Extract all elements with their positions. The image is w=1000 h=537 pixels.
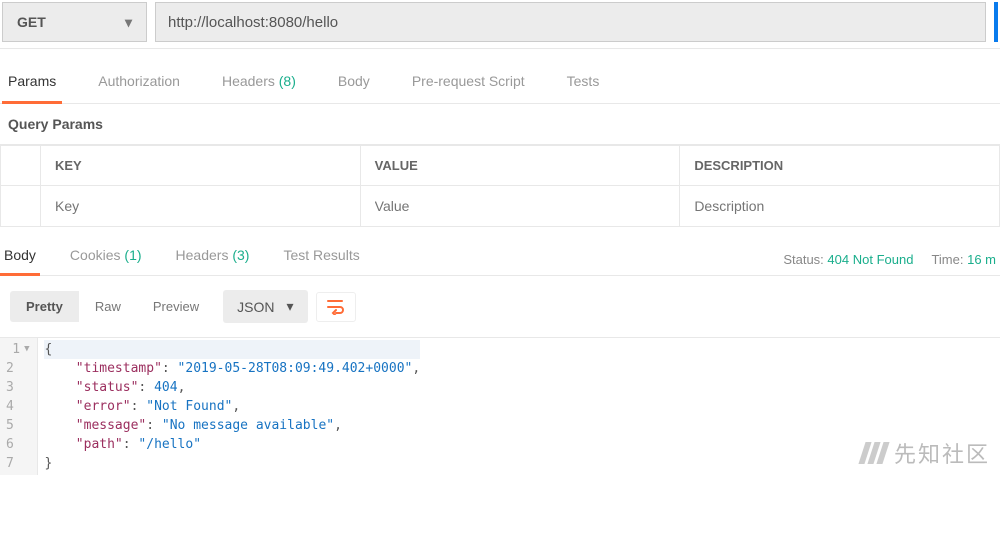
tab-params[interactable]: Params (2, 73, 62, 104)
tab-body-response[interactable]: Body (0, 247, 40, 276)
response-body: 1 ▼ 2 3 4 5 6 7 { "timestamp": "2019-05-… (0, 338, 1000, 475)
table-row (1, 186, 1000, 227)
format-select[interactable]: JSON ▾ (223, 290, 307, 323)
col-value[interactable]: VALUE (360, 146, 680, 186)
http-method-select[interactable]: GET ▾ (2, 2, 147, 42)
format-value: JSON (237, 299, 274, 315)
checkbox-col (1, 146, 41, 186)
status-label: Status: 404 Not Found (783, 252, 913, 267)
tab-prerequest[interactable]: Pre-request Script (406, 73, 531, 103)
description-input[interactable] (694, 198, 985, 214)
wrap-lines-button[interactable] (316, 292, 356, 322)
tab-body-request[interactable]: Body (332, 73, 376, 103)
fold-icon[interactable]: ▼ (24, 340, 29, 359)
tab-cookies[interactable]: Cookies (1) (66, 247, 146, 275)
tab-headers[interactable]: Headers (8) (216, 73, 302, 103)
time-value: 16 m (967, 252, 996, 267)
send-button[interactable] (994, 2, 998, 42)
http-method-value: GET (17, 14, 46, 30)
response-tabs: Body Cookies (1) Headers (3) Test Result… (0, 247, 364, 275)
status-value: 404 Not Found (827, 252, 913, 267)
time-label: Time: 16 m (931, 252, 996, 267)
value-input[interactable] (375, 198, 666, 214)
query-params-table: KEY VALUE DESCRIPTION (0, 145, 1000, 227)
col-description[interactable]: DESCRIPTION (680, 146, 1000, 186)
tab-test-results[interactable]: Test Results (279, 247, 363, 275)
request-tabs: Params Authorization Headers (8) Body Pr… (0, 49, 1000, 104)
tab-authorization[interactable]: Authorization (92, 73, 186, 103)
watermark: 先知社区 (862, 437, 990, 469)
code-content[interactable]: { "timestamp": "2019-05-28T08:09:49.402+… (38, 338, 426, 475)
tab-response-headers[interactable]: Headers (3) (172, 247, 254, 275)
view-raw-button[interactable]: Raw (79, 291, 137, 322)
tab-tests[interactable]: Tests (561, 73, 606, 103)
line-gutter: 1 ▼ 2 3 4 5 6 7 (0, 338, 38, 475)
wrap-icon (327, 299, 345, 315)
url-input[interactable] (155, 2, 986, 42)
col-key[interactable]: KEY (41, 146, 361, 186)
view-pretty-button[interactable]: Pretty (10, 291, 79, 322)
chevron-down-icon: ▾ (286, 298, 293, 315)
query-params-title: Query Params (0, 104, 1000, 145)
chevron-down-icon: ▾ (125, 14, 132, 31)
key-input[interactable] (55, 198, 346, 214)
view-preview-button[interactable]: Preview (137, 291, 215, 322)
view-mode-group: Pretty Raw Preview (10, 291, 215, 322)
